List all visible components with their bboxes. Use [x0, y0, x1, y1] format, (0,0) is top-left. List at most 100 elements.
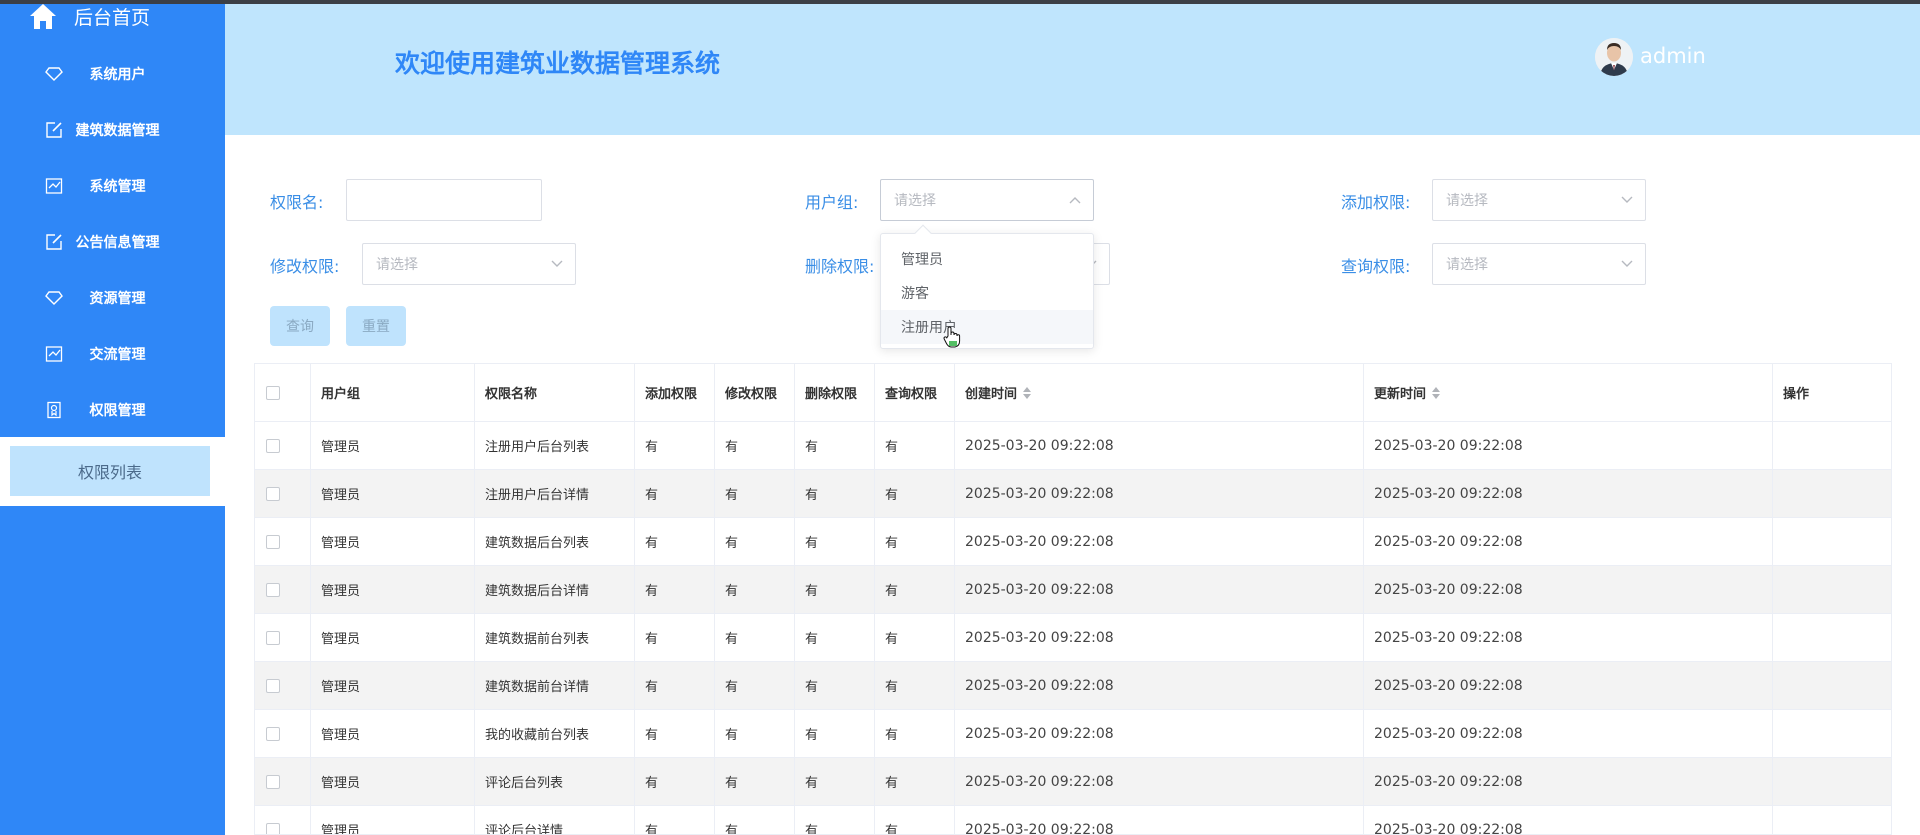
table-cell-group: 管理员: [311, 710, 475, 757]
table-cell-query: 有: [875, 422, 955, 469]
table-cell-add: 有: [635, 518, 715, 565]
table-cell-edit: 有: [715, 662, 795, 709]
table-cell-name: 建筑数据前台列表: [475, 614, 635, 661]
sort-icon[interactable]: [1023, 386, 1032, 399]
permission-table: 用户组 权限名称 添加权限 修改权限 删除权限 查询权限 创建时间 更新时间 操…: [254, 363, 1892, 835]
column-header: 查询权限: [875, 364, 955, 421]
table-cell-updated: 2025-03-20 09:22:08: [1364, 470, 1773, 517]
query-button[interactable]: 查询: [270, 306, 330, 346]
delete-perm-label: 删除权限:: [805, 257, 875, 276]
table-cell-del: 有: [795, 422, 875, 469]
add-perm-label: 添加权限:: [1341, 193, 1411, 212]
column-header: 操作: [1783, 387, 1810, 402]
table-cell-created: 2025-03-20 09:22:08: [955, 566, 1364, 613]
table-cell-created: 2025-03-20 09:22:08: [955, 518, 1364, 565]
table-cell-add: 有: [635, 710, 715, 757]
table-cell-name: 评论后台列表: [475, 758, 635, 805]
table-cell-group: 管理员: [311, 470, 475, 517]
edit-perm-placeholder: 请选择: [376, 257, 418, 273]
dropdown-option-guest[interactable]: 游客: [881, 276, 1093, 310]
column-header-label: 更新时间: [1374, 387, 1427, 402]
sidebar-item-notice-manage[interactable]: 公告信息管理: [0, 214, 225, 270]
user-group-dropdown: 管理员 游客 注册用户: [880, 224, 1094, 349]
dropdown-option-admin[interactable]: 管理员: [881, 242, 1093, 276]
table-cell-query: 有: [875, 758, 955, 805]
select-all-checkbox[interactable]: [266, 385, 280, 400]
row-select-cell: [255, 614, 311, 661]
table-row: 管理员 评论后台详情有有有有 2025-03-20 09:22:08 2025-03-…: [255, 806, 1891, 834]
edit-perm-select[interactable]: 请选择: [362, 243, 576, 285]
user-group-label: 用户组:: [805, 193, 859, 212]
column-header-updated[interactable]: 更新时间: [1364, 364, 1773, 421]
column-header: 权限名称: [475, 364, 635, 421]
dropdown-option-registered-user[interactable]: 注册用户: [881, 310, 1093, 344]
hand-cursor-icon: [943, 326, 961, 352]
row-checkbox[interactable]: [266, 774, 280, 789]
table-cell-add: 有: [635, 422, 715, 469]
column-header-label: 创建时间: [965, 387, 1018, 402]
table-cell-add: 有: [635, 566, 715, 613]
sidebar-subitem-permission-list[interactable]: 权限列表: [10, 446, 210, 496]
table-cell-query: 有: [875, 518, 955, 565]
sidebar-item-permission-manage[interactable]: 权限管理: [0, 382, 225, 438]
sort-icon[interactable]: [1432, 386, 1441, 399]
table-cell-del: 有: [795, 614, 875, 661]
table-cell-updated: 2025-03-20 09:22:08: [1364, 566, 1773, 613]
table-cell-del: 有: [795, 662, 875, 709]
table-cell-actions: [1773, 758, 1891, 805]
row-checkbox[interactable]: [266, 438, 280, 453]
sidebar-item-exchange-manage[interactable]: 交流管理: [0, 326, 225, 382]
table-cell-name: 建筑数据前台详情: [475, 662, 635, 709]
row-checkbox[interactable]: [266, 630, 280, 645]
table-cell-name: 注册用户后台列表: [475, 422, 635, 469]
row-select-cell: [255, 806, 311, 834]
row-checkbox[interactable]: [266, 822, 280, 834]
row-checkbox[interactable]: [266, 582, 280, 597]
row-checkbox[interactable]: [266, 486, 280, 501]
add-perm-placeholder: 请选择: [1446, 193, 1488, 209]
sidebar-item-resource-manage[interactable]: 资源管理: [0, 270, 225, 326]
chevron-down-icon: [549, 256, 565, 272]
add-perm-select[interactable]: 请选择: [1432, 179, 1646, 221]
table-cell-add: 有: [635, 758, 715, 805]
table-cell-name: 我的收藏前台列表: [475, 710, 635, 757]
sidebar-item-system-users[interactable]: 系统用户: [0, 46, 225, 102]
table-cell-edit: 有: [715, 518, 795, 565]
column-header-created[interactable]: 创建时间: [955, 364, 1364, 421]
table-cell-actions: [1773, 710, 1891, 757]
table-cell-name: 建筑数据后台详情: [475, 566, 635, 613]
row-select-cell: [255, 422, 311, 469]
sidebar-item-label: 系统用户: [89, 67, 146, 83]
column-header: 用户组: [311, 364, 475, 421]
table-cell-group: 管理员: [311, 614, 475, 661]
table-cell-query: 有: [875, 470, 955, 517]
home-icon: [28, 2, 58, 30]
table-cell-edit: 有: [715, 566, 795, 613]
column-header: 修改权限: [715, 364, 795, 421]
table-cell-actions: [1773, 470, 1891, 517]
row-select-cell: [255, 710, 311, 757]
row-select-cell: [255, 470, 311, 517]
row-checkbox[interactable]: [266, 678, 280, 693]
table-header-row: 用户组 权限名称 添加权限 修改权限 删除权限 查询权限 创建时间 更新时间 操…: [255, 364, 1891, 422]
reset-button[interactable]: 重置: [346, 306, 406, 346]
table-row: 管理员 注册用户后台详情有有有有 2025-03-20 09:22:08 2025-0…: [255, 470, 1891, 518]
chevron-up-icon: [1067, 192, 1083, 208]
row-checkbox[interactable]: [266, 726, 280, 741]
perm-name-input[interactable]: [346, 179, 542, 221]
sidebar-item-system-manage[interactable]: 系统管理: [0, 158, 225, 214]
table-cell-del: 有: [795, 806, 875, 834]
row-select-cell: [255, 662, 311, 709]
username[interactable]: admin: [1640, 44, 1706, 68]
sidebar-home[interactable]: 后台首页: [28, 0, 150, 32]
query-perm-select[interactable]: 请选择: [1432, 243, 1646, 285]
user-group-select[interactable]: 请选择: [880, 179, 1094, 221]
avatar[interactable]: [1595, 38, 1633, 76]
table-cell-edit: 有: [715, 422, 795, 469]
table-cell-group: 管理员: [311, 518, 475, 565]
row-checkbox[interactable]: [266, 534, 280, 549]
row-select-cell: [255, 518, 311, 565]
table-cell-created: 2025-03-20 09:22:08: [955, 806, 1364, 834]
sidebar-item-building-data[interactable]: 建筑数据管理: [0, 102, 225, 158]
table-row: 管理员 我的收藏前台列表有有有有 2025-03-20 09:22:08 2025-0…: [255, 710, 1891, 758]
